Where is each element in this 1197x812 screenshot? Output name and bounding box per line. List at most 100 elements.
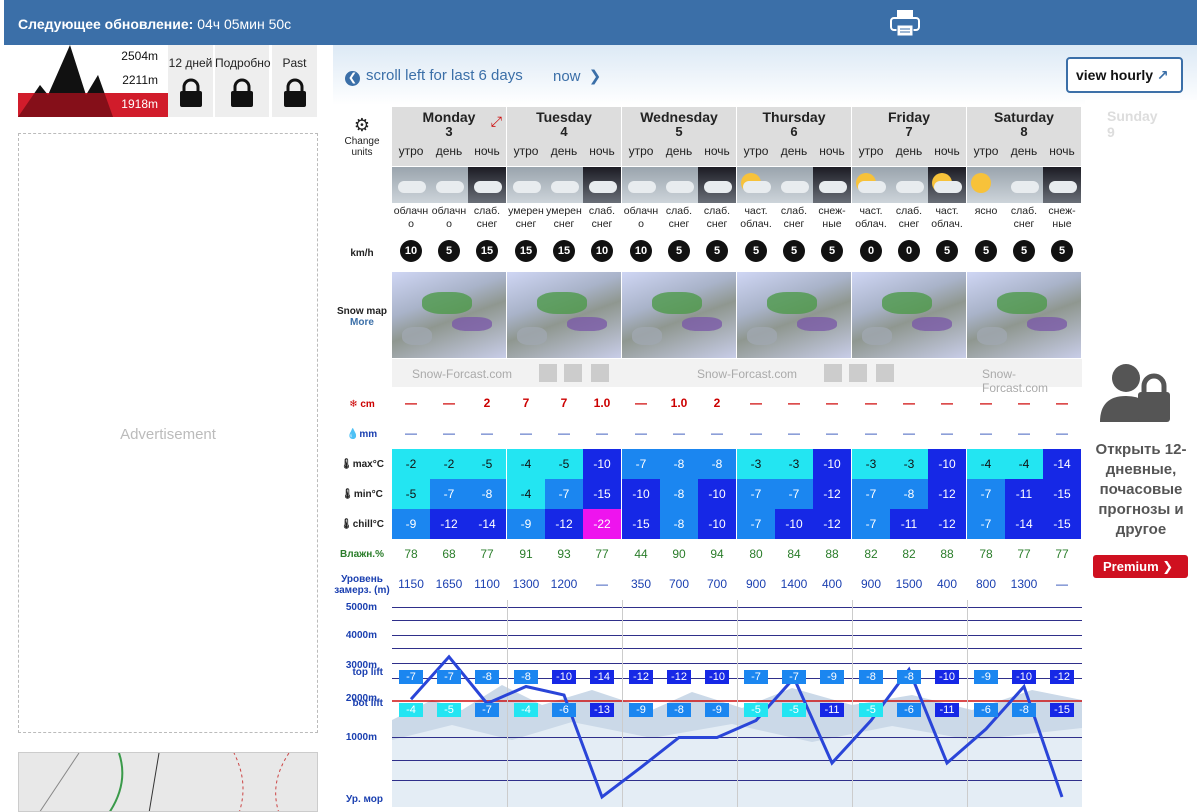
snow-cm: — [826, 396, 838, 410]
weather-icon [430, 167, 468, 203]
premium-button[interactable]: Premium ❯ [1093, 555, 1188, 578]
scroll-left-link[interactable]: ❮ scroll left for last 6 days [345, 67, 523, 86]
freezing-level: 1300 [1010, 577, 1038, 591]
weather-desc: снеж- ные [818, 205, 846, 230]
bot-lift-temp: -5 [437, 703, 461, 717]
weather-desc: умерен снег [508, 205, 544, 230]
change-units-button[interactable]: ⚙ Change units [333, 115, 391, 158]
map-pan-icon[interactable] [824, 364, 842, 382]
max-temp: -5 [468, 449, 506, 479]
top-lift-temp: -7 [399, 670, 423, 684]
snow-cm: — [750, 396, 762, 410]
freezing-level: 900 [860, 577, 882, 591]
wind-speed: 5 [975, 240, 997, 262]
map-cycle-icon[interactable] [849, 364, 867, 382]
tab-past[interactable]: Past [272, 45, 317, 117]
alt-5000-label: 5000m [345, 602, 377, 613]
brand-text: Snow-Forcast.com [982, 367, 1049, 395]
snow-map-tile[interactable] [967, 272, 1082, 358]
weather-icon [737, 167, 775, 203]
ghost-day-name: Sunday 9 [1107, 108, 1158, 140]
day-header-3: Thursday 6 утро день ночь [737, 107, 852, 166]
sun-icon[interactable] [876, 364, 894, 382]
humidity: 88 [940, 547, 954, 561]
max-temp: -10 [583, 449, 621, 479]
bot-lift-label: bot lift [352, 698, 383, 709]
rain-mm: — [558, 426, 570, 440]
weather-icon [928, 167, 966, 203]
weather-desc: слаб. снег [895, 205, 923, 230]
view-hourly-button[interactable]: view hourly ↗ [1066, 57, 1183, 93]
chill-temp: -12 [813, 509, 851, 539]
wind-speed: 5 [1051, 240, 1073, 262]
min-temp: -12 [928, 479, 966, 509]
chill-temp: -7 [967, 509, 1005, 539]
premium-info-text: Открыть 12-дневные, почасовые прогнозы и… [1095, 441, 1187, 538]
max-temp: -8 [660, 449, 698, 479]
mountain-elevation-graphic: 2504m 2211m 1918m [18, 45, 168, 117]
freezing-level: 700 [706, 577, 728, 591]
alt-4000-label: 4000m [345, 630, 377, 641]
weather-icon [1043, 167, 1081, 203]
rain-mm: — [980, 426, 992, 440]
tab-detailed[interactable]: Подробно [215, 45, 271, 117]
expand-icon: ↗ [1156, 67, 1169, 83]
snow-map-more-link[interactable]: More [333, 317, 391, 328]
chill-temp: -7 [737, 509, 775, 539]
max-temp: -14 [1043, 449, 1081, 479]
snow-cm: — [635, 396, 647, 410]
now-link[interactable]: now ❯ [553, 67, 601, 85]
max-temp: -4 [967, 449, 1005, 479]
top-lift-temp: -8 [897, 670, 921, 684]
humidity: 78 [404, 547, 418, 561]
wind-speed: 15 [515, 240, 537, 262]
min-temp: -12 [813, 479, 851, 509]
sun-icon[interactable] [591, 364, 609, 382]
bot-lift-temp: -9 [629, 703, 653, 717]
snow-map-tile[interactable] [622, 272, 737, 358]
min-temp: -7 [545, 479, 583, 509]
day-header-2: Wednesday 5 утро день ночь [622, 107, 737, 166]
humidity: 77 [1055, 547, 1069, 561]
rain-mm: — [673, 426, 685, 440]
max-temp: -3 [775, 449, 813, 479]
weather-icon [813, 167, 851, 203]
snow-cm: 7 [560, 396, 568, 410]
wind-speed: 10 [591, 240, 613, 262]
snow-map-tile[interactable] [392, 272, 507, 358]
tab-12-days[interactable]: 12 дней [168, 45, 213, 117]
time-of-day: ночь [474, 144, 500, 158]
top-lift-temp: -14 [590, 670, 614, 684]
day-header-1: Tuesday 4 утро день ночь [507, 107, 622, 166]
snow-map-tile[interactable] [737, 272, 852, 358]
rain-mm: — [750, 426, 762, 440]
weather-icon [507, 167, 545, 203]
min-temp: -8 [660, 479, 698, 509]
resort-map-thumbnail[interactable] [18, 752, 318, 812]
chill-temp: -12 [430, 509, 468, 539]
lock-icon [283, 78, 306, 107]
max-temp: -3 [890, 449, 928, 479]
snow-map-tile[interactable] [507, 272, 622, 358]
bot-lift-temp: -6 [974, 703, 998, 717]
elevation-mid: 2211m [122, 73, 158, 87]
max-temp: -8 [698, 449, 736, 479]
next-update: Следующее обновление: 04ч 05мин 50с [18, 16, 292, 32]
wind-speed: 5 [668, 240, 690, 262]
snow-map-tile[interactable] [852, 272, 967, 358]
rain-mm: — [903, 426, 915, 440]
printer-icon[interactable] [889, 8, 921, 38]
map-pan-icon[interactable] [539, 364, 557, 382]
map-cycle-icon[interactable] [564, 364, 582, 382]
snow-cm: 2 [483, 396, 491, 410]
snow-cm: — [405, 396, 417, 410]
humidity: 68 [442, 547, 456, 561]
altitude-chart: -7 -4 -7 -5 -8 -7 -8 -4 -10 -6 -14 -13 -12 -9 -12 -8 -10… [392, 600, 1082, 807]
freezing-level: 1100 [474, 577, 500, 591]
expand-day-icon[interactable]: ⤢ [491, 113, 502, 130]
top-lift-temp: -10 [1012, 670, 1036, 684]
chill-temp: -15 [622, 509, 660, 539]
weather-icon [660, 167, 698, 203]
chill-temp: -8 [660, 509, 698, 539]
rain-mm: — [520, 426, 532, 440]
